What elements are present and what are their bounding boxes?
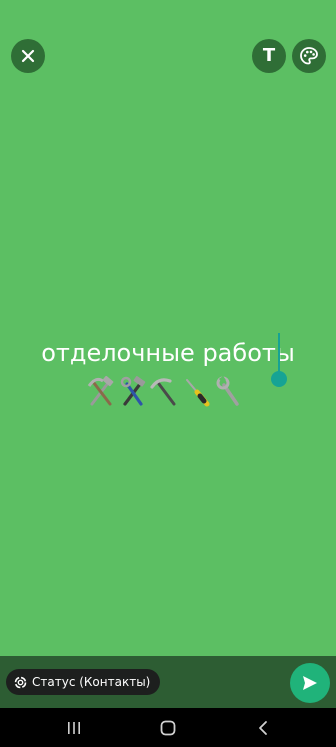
- send-button[interactable]: [290, 663, 330, 703]
- palette-button[interactable]: [292, 39, 326, 73]
- recents-icon: [68, 722, 80, 734]
- text-cursor: [278, 333, 280, 373]
- hammer-and-wrench-icon: [120, 376, 146, 406]
- system-navigation-bar: [0, 708, 336, 747]
- status-editor-canvas[interactable]: [0, 0, 336, 656]
- pick-icon: [150, 378, 176, 406]
- status-ring-icon: [14, 676, 27, 688]
- back-icon: [259, 721, 267, 735]
- screwdriver-icon: [186, 379, 210, 407]
- home-icon: [160, 720, 176, 736]
- status-text[interactable]: отделочные работы: [0, 336, 336, 370]
- text-tool-label: T: [262, 45, 276, 66]
- close-button[interactable]: [11, 39, 45, 73]
- send-icon: [303, 676, 317, 690]
- close-icon: [21, 49, 35, 63]
- wrench-icon: [216, 376, 239, 406]
- text-tool-button[interactable]: T: [252, 39, 286, 73]
- hammer-and-pick-icon: [87, 375, 114, 406]
- emoji-row: [86, 374, 256, 410]
- home-button[interactable]: [158, 718, 178, 738]
- cursor-handle[interactable]: [271, 371, 287, 387]
- back-button[interactable]: [253, 718, 273, 738]
- recents-button[interactable]: [64, 718, 84, 738]
- status-audience-button[interactable]: Статус (Контакты): [6, 669, 161, 695]
- status-audience-label: Статус (Контакты): [32, 675, 151, 689]
- palette-icon: [300, 47, 318, 65]
